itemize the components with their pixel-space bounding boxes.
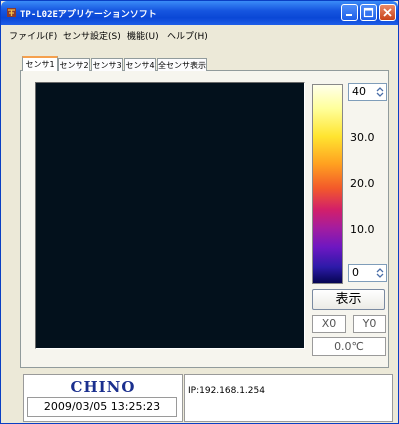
- close-icon: [383, 8, 392, 17]
- display-button[interactable]: 表示: [312, 289, 385, 310]
- scale-max-value: 40: [352, 85, 366, 98]
- ip-address-text: IP:192.168.1.254: [188, 386, 265, 396]
- menu-help[interactable]: ヘルプ(H): [167, 29, 208, 42]
- main-window: TP-L02Eアプリケーションソフト ファイル(F) センサ設定(S) 機能(U…: [0, 0, 399, 424]
- connection-info-box: IP:192.168.1.254: [184, 374, 393, 422]
- maximize-icon: [363, 7, 374, 18]
- chino-logo: CHINO: [70, 378, 136, 396]
- tab-sensor-4[interactable]: センサ4: [124, 58, 156, 71]
- scale-label-10: 10.0: [350, 223, 375, 236]
- temperature-readout: 0.0℃: [312, 337, 386, 356]
- thermal-image[interactable]: [35, 82, 305, 349]
- scale-label-20: 20.0: [350, 177, 375, 190]
- scale-max-spinner[interactable]: 40: [348, 83, 387, 101]
- x-coordinate-field: X0: [312, 315, 346, 333]
- minimize-icon: [346, 14, 352, 16]
- menu-bar: ファイル(F) センサ設定(S) 機能(U) ヘルプ(H): [1, 25, 398, 43]
- tab-sensor-3[interactable]: センサ3: [91, 58, 123, 71]
- tab-sensor-1[interactable]: センサ1: [22, 56, 58, 71]
- scale-min-value: 0: [352, 266, 359, 279]
- scale-min-spinner[interactable]: 0: [348, 264, 387, 282]
- minimize-button[interactable]: [341, 4, 358, 21]
- datetime-field: 2009/03/05 13:25:23: [27, 397, 177, 417]
- tab-all-sensors[interactable]: 全センサ表示: [157, 58, 207, 71]
- menu-file[interactable]: ファイル(F): [9, 29, 57, 42]
- y-coordinate-field: Y0: [353, 315, 386, 333]
- color-scale-bar: [312, 84, 343, 284]
- close-button[interactable]: [379, 4, 396, 21]
- menu-function[interactable]: 機能(U): [127, 29, 159, 42]
- tab-sensor-2[interactable]: センサ2: [58, 58, 90, 71]
- spin-arrows-icon[interactable]: [376, 267, 384, 279]
- scale-label-30: 30.0: [350, 131, 375, 144]
- spin-arrows-icon[interactable]: [376, 86, 384, 98]
- window-title: TP-L02Eアプリケーションソフト: [20, 10, 157, 20]
- title-bar[interactable]: TP-L02Eアプリケーションソフト: [1, 1, 398, 25]
- brand-panel: CHINO 2009/03/05 13:25:23: [23, 374, 183, 422]
- maximize-button[interactable]: [360, 4, 377, 21]
- menu-sensor-settings[interactable]: センサ設定(S): [63, 29, 121, 42]
- app-icon: [7, 8, 16, 17]
